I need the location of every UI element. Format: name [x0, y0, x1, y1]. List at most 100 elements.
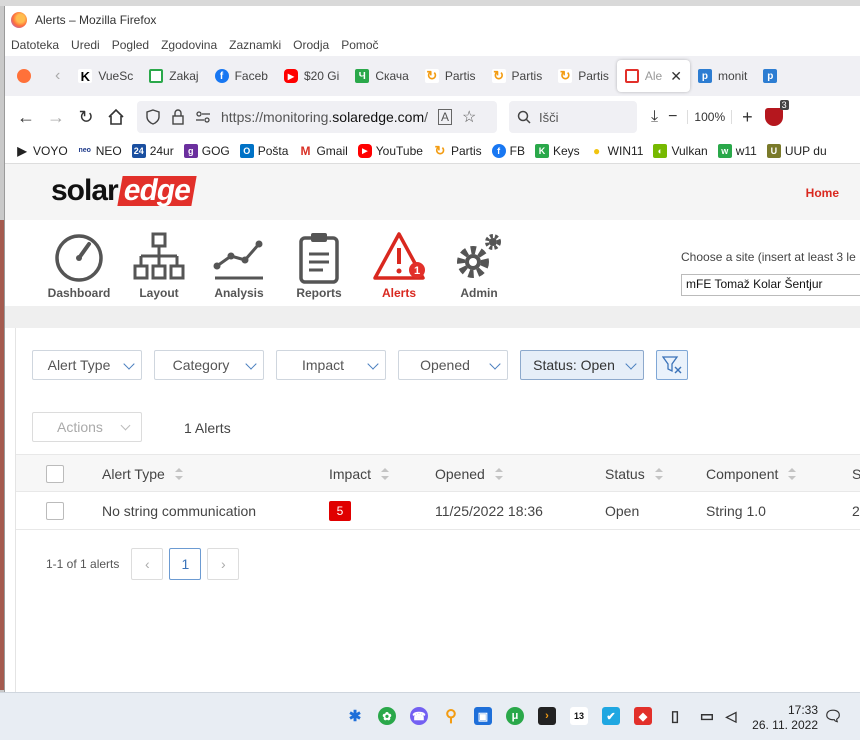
bookmark-win11[interactable]: ● WIN11	[589, 143, 643, 158]
bookmark-uup[interactable]: U UUP du	[766, 143, 827, 158]
partis-icon: ↻	[558, 68, 573, 83]
menu-zgodovina[interactable]: Zgodovina	[161, 38, 217, 52]
network-icon[interactable]: ▭	[698, 707, 716, 725]
search-app-icon[interactable]: ⚲	[442, 707, 460, 725]
prev-page-button[interactable]: ‹	[131, 548, 164, 580]
tab-monit[interactable]: p monit	[690, 60, 755, 92]
row-checkbox[interactable]	[46, 492, 64, 530]
column-alert-type[interactable]: Alert Type	[102, 455, 183, 493]
clear-filters-button[interactable]	[656, 350, 688, 380]
column-component[interactable]: Component	[706, 455, 797, 493]
zoom-out-button[interactable]: −	[668, 108, 677, 126]
tab-zakaj[interactable]: Zakaj	[141, 60, 206, 92]
zoom-level[interactable]: 100%	[687, 110, 733, 124]
page-icon	[149, 69, 164, 83]
tab-scroll-left-icon[interactable]: ‹	[45, 60, 70, 92]
impact-filter[interactable]: Impact	[276, 350, 386, 380]
tab-vuesc[interactable]: K VueSc	[70, 60, 141, 92]
zoom-in-button[interactable]: +	[742, 107, 753, 128]
nav-dashboard[interactable]: Dashboard	[39, 230, 119, 300]
close-tab-icon[interactable]: ✕	[670, 68, 682, 85]
solaredge-logo[interactable]: solar edge	[51, 174, 197, 208]
page-1-button[interactable]: 1	[169, 548, 202, 580]
p-icon: p	[763, 69, 778, 83]
alert-type-filter[interactable]: Alert Type	[32, 350, 142, 380]
tray-badge-icon[interactable]: 13	[570, 707, 588, 725]
select-all-checkbox[interactable]	[46, 455, 64, 493]
home-button[interactable]	[101, 102, 131, 132]
nav-reports[interactable]: Reports	[279, 230, 359, 300]
notification-icon[interactable]: 🗨	[823, 707, 842, 725]
menu-pomoc[interactable]: Pomoč	[341, 38, 378, 52]
column-opened[interactable]: Opened	[435, 455, 503, 493]
tab-partis-1[interactable]: ↻ Partis	[417, 60, 484, 92]
tab-skacha[interactable]: Ч Скача	[347, 60, 417, 92]
bookmark-24ur[interactable]: 24 24ur	[131, 143, 174, 158]
firefox-view-icon	[17, 69, 31, 83]
bookmark-vulkan[interactable]: ◐ Vulkan	[653, 143, 708, 158]
site-select-input[interactable]: mFE Tomaž Kolar Šentjur	[681, 274, 860, 296]
usb-icon[interactable]: ▯	[666, 707, 684, 725]
menu-uredi[interactable]: Uredi	[71, 38, 100, 52]
tab-alerts[interactable]: Ale ✕	[616, 60, 690, 92]
translate-icon[interactable]: A	[438, 109, 453, 125]
utorrent-icon[interactable]: μ	[506, 707, 524, 725]
tab-youtube[interactable]: ▶ $20 Gi	[276, 60, 347, 92]
nav-analysis[interactable]: Analysis	[199, 230, 279, 300]
nav-admin[interactable]: Admin	[439, 230, 519, 300]
url-bar[interactable]: https://monitoring.solaredge.com/ A ☆	[137, 101, 497, 133]
defender-icon[interactable]: ✔	[602, 707, 620, 725]
tab-partis-2[interactable]: ↻ Partis	[484, 60, 551, 92]
bookmark-posta[interactable]: O Pošta	[239, 143, 288, 158]
ublock-icon[interactable]: 3	[764, 100, 789, 126]
column-impact[interactable]: Impact	[329, 455, 390, 493]
app-red-icon[interactable]: ◆	[634, 707, 652, 725]
reload-button[interactable]: ↻	[71, 102, 101, 132]
menu-datoteka[interactable]: Datoteka	[11, 38, 59, 52]
tab-partis-3[interactable]: ↻ Partis	[550, 60, 617, 92]
menu-pogled[interactable]: Pogled	[112, 38, 149, 52]
arrow-right-icon: →	[47, 106, 65, 127]
next-page-button[interactable]: ›	[207, 548, 240, 580]
bookmark-fb[interactable]: f FB	[491, 143, 525, 158]
chevron-down-icon	[367, 358, 379, 370]
url-text: https://monitoring.solaredge.com/	[221, 109, 428, 125]
menu-zaznamki[interactable]: Zaznamki	[229, 38, 281, 52]
nav-alerts[interactable]: 1 Alerts	[359, 230, 439, 300]
bookmark-youtube[interactable]: ▶ YouTube	[357, 143, 423, 158]
viber-icon[interactable]: ☎	[410, 707, 428, 725]
volume-icon[interactable]: ◁	[722, 707, 740, 725]
bluetooth-icon[interactable]: ✱	[346, 707, 364, 725]
bookmark-star-icon[interactable]: ☆	[462, 107, 476, 127]
app-green-icon[interactable]: ✿	[378, 707, 396, 725]
bookmark-keys[interactable]: K Keys	[534, 143, 580, 158]
bookmark-w11[interactable]: w w11	[717, 143, 757, 158]
actions-dropdown[interactable]: Actions	[32, 412, 142, 442]
downloads-icon[interactable]: ⤓	[651, 108, 658, 126]
column-extra[interactable]: S	[852, 455, 860, 493]
bookmark-voyo[interactable]: ▶ VOYO	[15, 143, 68, 158]
bookmark-partis[interactable]: ↻ Partis	[432, 143, 482, 158]
lock-icon	[172, 109, 184, 125]
tab-facebook[interactable]: f Faceb	[207, 60, 276, 92]
app-blue-icon[interactable]: ▣	[474, 707, 492, 725]
bookmark-neo[interactable]: neo NEO	[77, 143, 122, 158]
firefox-view-button[interactable]	[9, 60, 45, 92]
column-status[interactable]: Status	[605, 455, 663, 493]
back-button[interactable]: ←	[11, 102, 41, 132]
search-bar[interactable]: Išči	[509, 101, 637, 133]
forward-button[interactable]: →	[41, 102, 71, 132]
table-row[interactable]: No string communication 5 11/25/2022 18:…	[16, 492, 860, 530]
status-filter[interactable]: Status: Open	[520, 350, 644, 380]
home-link[interactable]: Home	[806, 186, 839, 200]
bookmark-gmail[interactable]: M Gmail	[298, 143, 348, 158]
plex-icon[interactable]: ›	[538, 707, 556, 725]
category-filter[interactable]: Category	[154, 350, 264, 380]
clock[interactable]: 17:33 26. 11. 2022	[752, 703, 818, 733]
tab-more[interactable]: p	[755, 60, 791, 92]
opened-filter[interactable]: Opened	[398, 350, 508, 380]
nav-layout[interactable]: Layout	[119, 230, 199, 300]
bookmark-gog[interactable]: g GOG	[183, 143, 230, 158]
voyo-icon: ▶	[15, 143, 29, 158]
menu-orodja[interactable]: Orodja	[293, 38, 329, 52]
